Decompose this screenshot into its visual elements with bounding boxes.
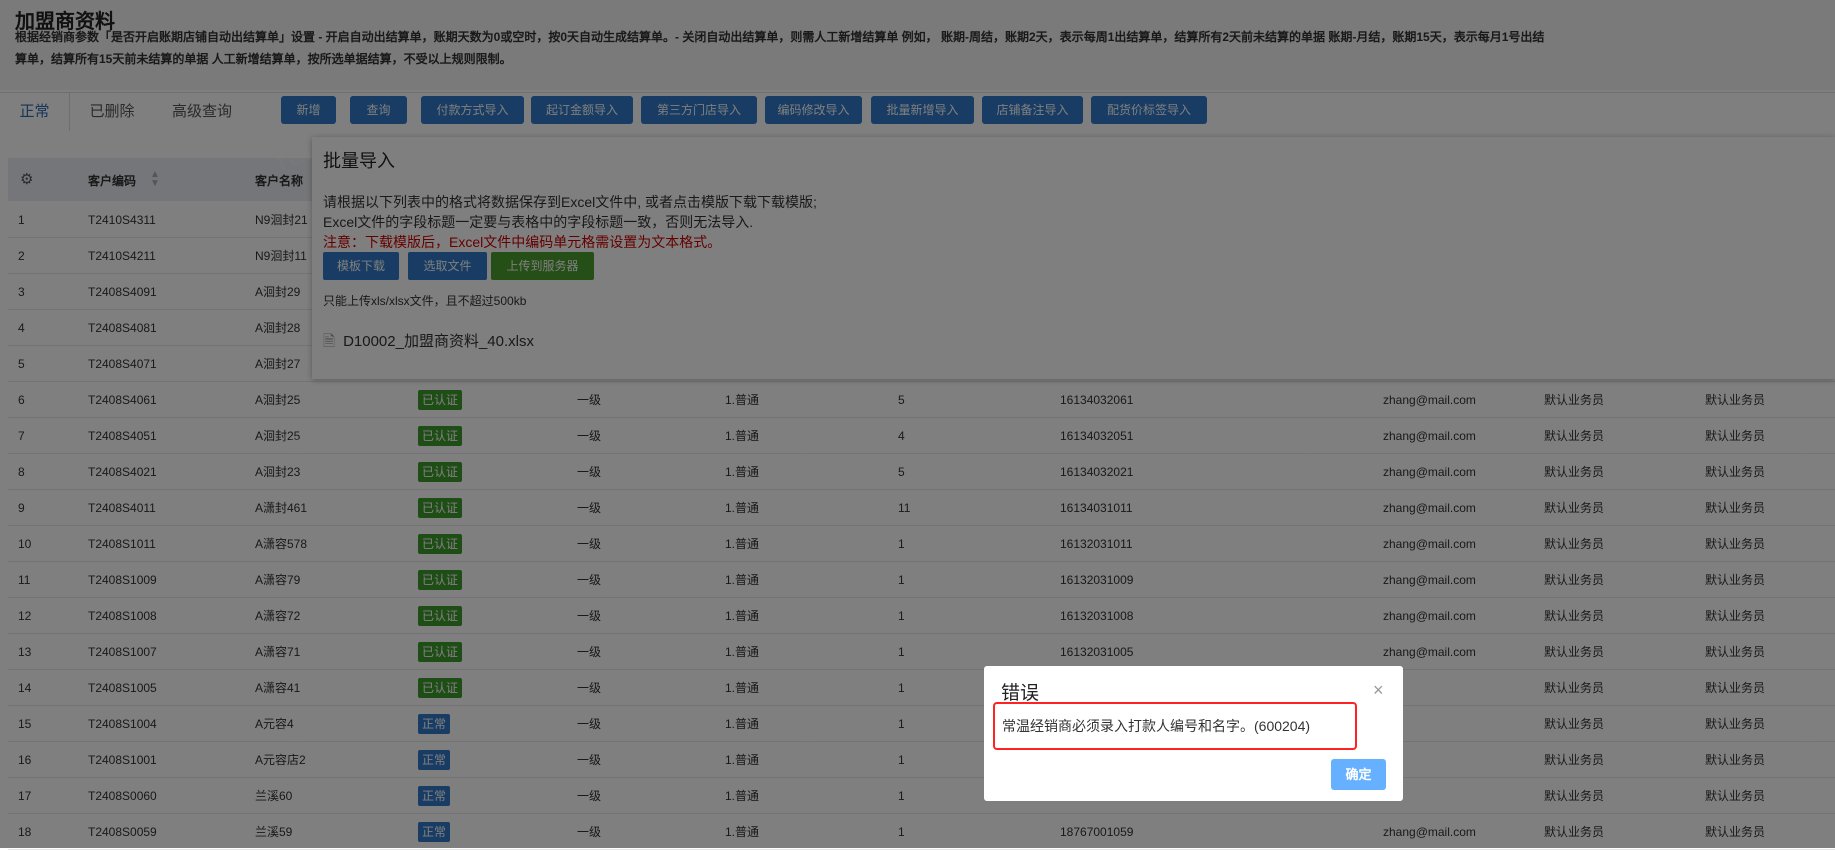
error-message: 常温经销商必须录入打款人编号和名字。(600204) [993,702,1357,750]
dialog-title: 错误 [1001,683,1040,704]
modal-overlay[interactable] [0,0,1835,848]
close-icon[interactable]: × [1373,680,1384,701]
confirm-button[interactable]: 确定 [1331,759,1386,790]
error-dialog: 错误 × 常温经销商必须录入打款人编号和名字。(600204) 确定 [984,666,1403,801]
